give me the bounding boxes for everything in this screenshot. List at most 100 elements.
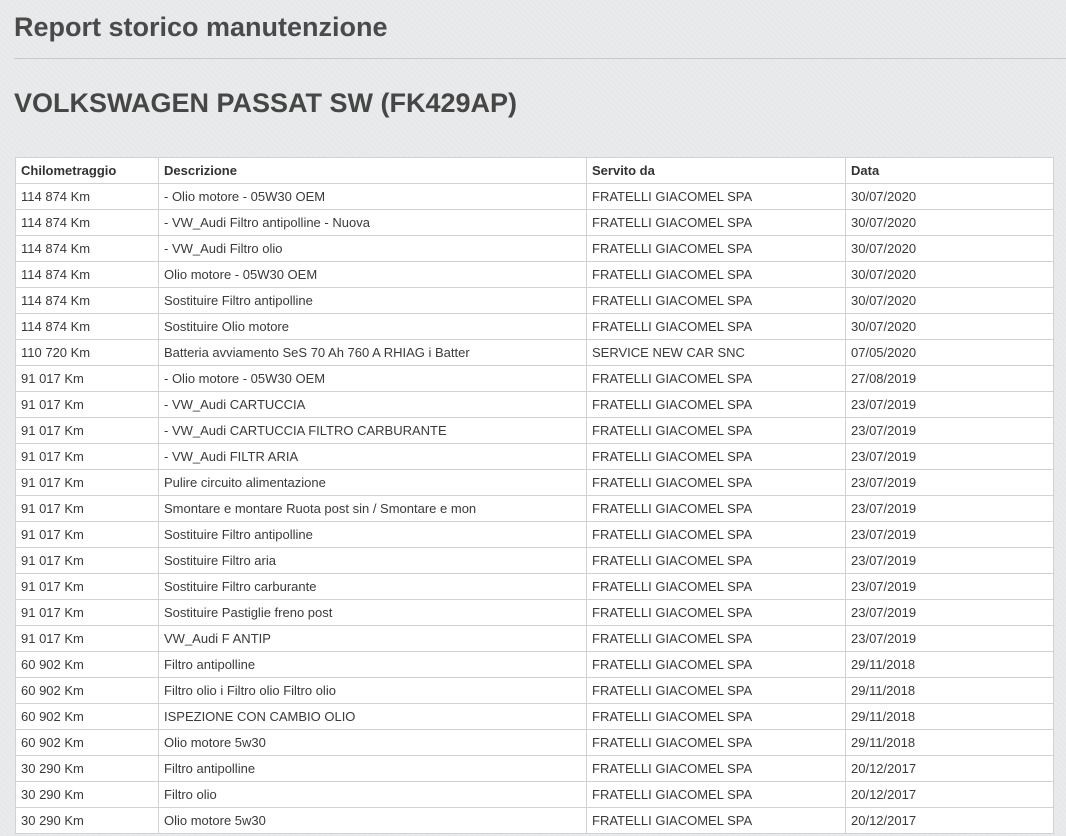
cell-servito-da: SERVICE NEW CAR SNC bbox=[586, 339, 846, 366]
cell-chilometraggio: 114 874 Km bbox=[15, 313, 159, 340]
cell-descrizione: Sostituire Filtro antipolline bbox=[158, 287, 587, 314]
cell-data: 29/11/2018 bbox=[845, 729, 1054, 756]
table-row: 60 902 Km ISPEZIONE CON CAMBIO OLIO FRATEL… bbox=[15, 703, 1054, 730]
cell-descrizione: Sostituire Olio motore bbox=[158, 313, 587, 340]
cell-data: 20/12/2017 bbox=[845, 807, 1054, 834]
maintenance-table-container: Chilometraggio Descrizione Servito da Da… bbox=[15, 157, 1054, 834]
cell-servito-da: FRATELLI GIACOMEL SPA bbox=[586, 495, 846, 522]
cell-descrizione: Olio motore - 05W30 OEM bbox=[158, 261, 587, 288]
cell-data: 30/07/2020 bbox=[845, 287, 1054, 314]
cell-servito-da: FRATELLI GIACOMEL SPA bbox=[586, 235, 846, 262]
table-row: 114 874 Km - VW_Audi Filtro antipolline -… bbox=[15, 209, 1054, 236]
cell-servito-da: FRATELLI GIACOMEL SPA bbox=[586, 469, 846, 496]
cell-descrizione: ISPEZIONE CON CAMBIO OLIO bbox=[158, 703, 587, 730]
cell-data: 23/07/2019 bbox=[845, 599, 1054, 626]
cell-servito-da: FRATELLI GIACOMEL SPA bbox=[586, 287, 846, 314]
header-descrizione: Descrizione bbox=[158, 157, 587, 184]
cell-data: 23/07/2019 bbox=[845, 495, 1054, 522]
header-data: Data bbox=[845, 157, 1054, 184]
cell-descrizione: - VW_Audi Filtro olio bbox=[158, 235, 587, 262]
cell-servito-da: FRATELLI GIACOMEL SPA bbox=[586, 729, 846, 756]
table-row: 91 017 Km Sostituire Filtro antipolline FR… bbox=[15, 521, 1054, 548]
cell-descrizione: Filtro olio bbox=[158, 781, 587, 808]
cell-chilometraggio: 91 017 Km bbox=[15, 443, 159, 470]
cell-servito-da: FRATELLI GIACOMEL SPA bbox=[586, 677, 846, 704]
cell-descrizione: Olio motore 5w30 bbox=[158, 807, 587, 834]
cell-chilometraggio: 60 902 Km bbox=[15, 703, 159, 730]
maintenance-history-table: Chilometraggio Descrizione Servito da Da… bbox=[15, 157, 1054, 834]
cell-data: 23/07/2019 bbox=[845, 417, 1054, 444]
cell-data: 20/12/2017 bbox=[845, 781, 1054, 808]
table-row: 91 017 Km - Olio motore - 05W30 OEM FRATEL… bbox=[15, 365, 1054, 392]
cell-servito-da: FRATELLI GIACOMEL SPA bbox=[586, 755, 846, 782]
cell-descrizione: - VW_Audi Filtro antipolline - Nuova bbox=[158, 209, 587, 236]
table-row: 91 017 Km - VW_Audi CARTUCCIA FILTRO CARB… bbox=[15, 417, 1054, 444]
cell-chilometraggio: 91 017 Km bbox=[15, 625, 159, 652]
cell-data: 29/11/2018 bbox=[845, 703, 1054, 730]
cell-data: 23/07/2019 bbox=[845, 625, 1054, 652]
cell-data: 30/07/2020 bbox=[845, 261, 1054, 288]
cell-data: 30/07/2020 bbox=[845, 209, 1054, 236]
cell-descrizione: - VW_Audi FILTR ARIA bbox=[158, 443, 587, 470]
table-row: 60 902 Km Filtro olio i Filtro olio Filtr… bbox=[15, 677, 1054, 704]
cell-descrizione: - Olio motore - 05W30 OEM bbox=[158, 183, 587, 210]
cell-servito-da: FRATELLI GIACOMEL SPA bbox=[586, 625, 846, 652]
cell-data: 30/07/2020 bbox=[845, 235, 1054, 262]
table-row: 114 874 Km Olio motore - 05W30 OEM FRATELL… bbox=[15, 261, 1054, 288]
cell-servito-da: FRATELLI GIACOMEL SPA bbox=[586, 573, 846, 600]
cell-descrizione: - VW_Audi CARTUCCIA bbox=[158, 391, 587, 418]
cell-data: 29/11/2018 bbox=[845, 677, 1054, 704]
cell-chilometraggio: 30 290 Km bbox=[15, 755, 159, 782]
table-row: 110 720 Km Batteria avviamento SeS 70 Ah … bbox=[15, 339, 1054, 366]
cell-servito-da: FRATELLI GIACOMEL SPA bbox=[586, 599, 846, 626]
cell-chilometraggio: 91 017 Km bbox=[15, 495, 159, 522]
table-row: 114 874 Km Sostituire Filtro antipolline F… bbox=[15, 287, 1054, 314]
table-row: 114 874 Km Sostituire Olio motore FRATELLI… bbox=[15, 313, 1054, 340]
cell-chilometraggio: 91 017 Km bbox=[15, 417, 159, 444]
cell-descrizione: Filtro antipolline bbox=[158, 755, 587, 782]
cell-data: 23/07/2019 bbox=[845, 469, 1054, 496]
cell-descrizione: Filtro olio i Filtro olio Filtro olio bbox=[158, 677, 587, 704]
header-chilometraggio: Chilometraggio bbox=[15, 157, 159, 184]
cell-servito-da: FRATELLI GIACOMEL SPA bbox=[586, 703, 846, 730]
table-row: 91 017 Km Sostituire Pastiglie freno post… bbox=[15, 599, 1054, 626]
table-row: 30 290 Km Filtro olio FRATELLI GIACOMEL SP… bbox=[15, 781, 1054, 808]
cell-chilometraggio: 110 720 Km bbox=[15, 339, 159, 366]
cell-descrizione: Sostituire Filtro antipolline bbox=[158, 521, 587, 548]
cell-chilometraggio: 60 902 Km bbox=[15, 651, 159, 678]
table-row: 30 290 Km Olio motore 5w30 FRATELLI GIACOM… bbox=[15, 807, 1054, 834]
cell-chilometraggio: 114 874 Km bbox=[15, 235, 159, 262]
page-title: Report storico manutenzione bbox=[14, 12, 388, 42]
cell-descrizione: Sostituire Filtro aria bbox=[158, 547, 587, 574]
cell-chilometraggio: 91 017 Km bbox=[15, 469, 159, 496]
cell-chilometraggio: 91 017 Km bbox=[15, 573, 159, 600]
cell-data: 29/11/2018 bbox=[845, 651, 1054, 678]
table-row: 91 017 Km VW_Audi F ANTIP FRATELLI GIACOME… bbox=[15, 625, 1054, 652]
cell-data: 07/05/2020 bbox=[845, 339, 1054, 366]
cell-descrizione: Olio motore 5w30 bbox=[158, 729, 587, 756]
cell-data: 20/12/2017 bbox=[845, 755, 1054, 782]
cell-chilometraggio: 91 017 Km bbox=[15, 365, 159, 392]
cell-chilometraggio: 91 017 Km bbox=[15, 547, 159, 574]
cell-servito-da: FRATELLI GIACOMEL SPA bbox=[586, 209, 846, 236]
cell-data: 30/07/2020 bbox=[845, 313, 1054, 340]
cell-descrizione: Sostituire Filtro carburante bbox=[158, 573, 587, 600]
title-divider bbox=[14, 58, 1066, 59]
table-row: 60 902 Km Olio motore 5w30 FRATELLI GIACOM… bbox=[15, 729, 1054, 756]
cell-data: 30/07/2020 bbox=[845, 183, 1054, 210]
cell-data: 23/07/2019 bbox=[845, 521, 1054, 548]
cell-descrizione: Filtro antipolline bbox=[158, 651, 587, 678]
cell-data: 23/07/2019 bbox=[845, 443, 1054, 470]
vehicle-title: VOLKSWAGEN PASSAT SW (FK429AP) bbox=[14, 88, 518, 118]
table-row: 91 017 Km - VW_Audi CARTUCCIA FRATELLI GIA… bbox=[15, 391, 1054, 418]
cell-servito-da: FRATELLI GIACOMEL SPA bbox=[586, 443, 846, 470]
cell-servito-da: FRATELLI GIACOMEL SPA bbox=[586, 391, 846, 418]
cell-descrizione: - VW_Audi CARTUCCIA FILTRO CARBURANTE bbox=[158, 417, 587, 444]
table-row: 114 874 Km - Olio motore - 05W30 OEM FRATE… bbox=[15, 183, 1054, 210]
table-row: 30 290 Km Filtro antipolline FRATELLI GIAC… bbox=[15, 755, 1054, 782]
cell-chilometraggio: 114 874 Km bbox=[15, 209, 159, 236]
cell-data: 27/08/2019 bbox=[845, 365, 1054, 392]
cell-chilometraggio: 60 902 Km bbox=[15, 729, 159, 756]
table-row: 91 017 Km Sostituire Filtro aria FRATELLI … bbox=[15, 547, 1054, 574]
table-row: 114 874 Km - VW_Audi Filtro olio FRATELLI … bbox=[15, 235, 1054, 262]
